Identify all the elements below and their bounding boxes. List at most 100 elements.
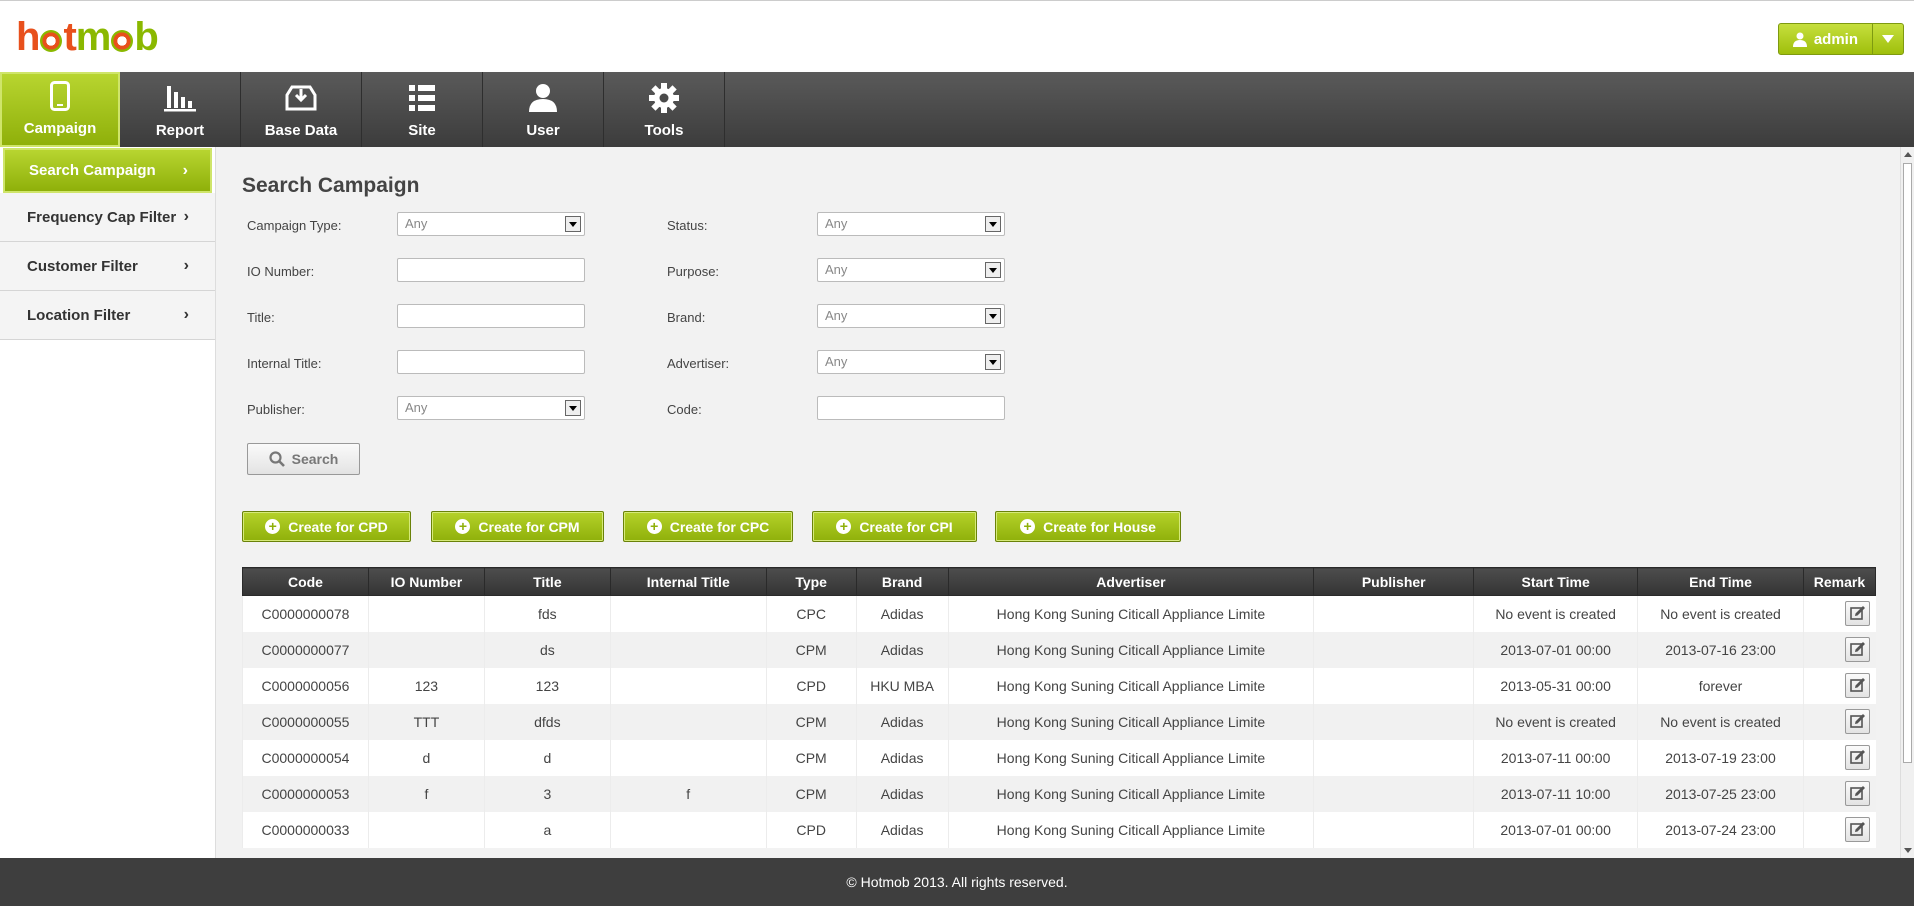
purpose-select[interactable]: Any (817, 258, 1005, 282)
table-cell (609, 703, 767, 740)
brand-select[interactable]: Any (817, 304, 1005, 328)
table-cell: Adidas (855, 631, 949, 668)
internal-title-input[interactable] (397, 350, 585, 374)
edit-icon[interactable] (1844, 817, 1870, 842)
table-cell (1313, 739, 1474, 776)
table-cell (609, 811, 767, 848)
table-cell: 123 (367, 667, 485, 704)
nav-base-data[interactable]: Base Data (241, 72, 362, 147)
edit-icon[interactable] (1844, 673, 1870, 698)
chevron-down-icon (985, 308, 1001, 324)
list-icon (409, 82, 435, 114)
top-navigation: Campaign Report Base Data Site User Tool… (0, 72, 1914, 147)
column-header[interactable]: Remark (1802, 567, 1877, 596)
create-cpi-button[interactable]: + Create for CPI (812, 511, 977, 542)
campaign-type-select[interactable]: Any (397, 212, 585, 236)
column-header[interactable]: Advertiser (947, 567, 1315, 596)
table-cell (1313, 703, 1474, 740)
column-header[interactable]: Publisher (1313, 567, 1475, 596)
hotmob-logo[interactable]: h tm b (16, 15, 159, 59)
create-button-label: Create for CPM (478, 518, 580, 535)
table-cell: Hong Kong Suning Citicall Appliance Limi… (947, 703, 1314, 740)
sidebar-item-label: Customer Filter (27, 257, 138, 275)
nav-label: Campaign (23, 120, 97, 137)
nav-tools[interactable]: Tools (604, 72, 725, 147)
nav-report[interactable]: Report (120, 72, 241, 147)
status-label: Status: (667, 218, 708, 233)
publisher-select[interactable]: Any (397, 396, 585, 420)
scroll-up-arrow-icon[interactable] (1904, 152, 1912, 157)
column-header[interactable]: Internal Title (609, 567, 767, 596)
user-menu-main[interactable]: admin (1779, 24, 1873, 54)
column-header[interactable]: Brand (855, 567, 949, 596)
edit-icon[interactable] (1844, 637, 1870, 662)
table-row[interactable]: C0000000033 a CPD Adidas Hong Kong Suning Ci… (242, 811, 1876, 848)
scrollbar-thumb[interactable] (1903, 163, 1912, 763)
remark-cell (1802, 631, 1876, 668)
column-header[interactable]: Code (242, 567, 369, 596)
column-header[interactable]: Title (483, 567, 611, 596)
sidebar-item-label: Search Campaign (29, 162, 156, 179)
table-cell (1313, 595, 1474, 632)
table-cell (609, 667, 767, 704)
io-number-input[interactable] (397, 258, 585, 282)
table-row[interactable]: C0000000054 d d CPM Adidas Hong Kong Suning C… (242, 739, 1876, 776)
create-cpm-button[interactable]: + Create for CPM (431, 511, 604, 542)
plus-circle-icon: + (836, 519, 852, 534)
table-cell: CPC (765, 595, 857, 632)
sidebar-item-location-filter[interactable]: Location Filter › (0, 291, 215, 340)
edit-icon[interactable] (1844, 745, 1870, 770)
create-cpd-button[interactable]: + Create for CPD (242, 511, 411, 542)
sidebar-item-search-campaign[interactable]: Search Campaign › (3, 148, 212, 193)
search-button[interactable]: Search (247, 443, 360, 475)
user-menu-button[interactable]: admin (1777, 23, 1904, 55)
sidebar-item-label: Location Filter (27, 306, 131, 324)
main-content: Search Campaign Campaign Type: Any IO Nu… (216, 147, 1900, 858)
sidebar-item-frequency-cap-filter[interactable]: Frequency Cap Filter › (0, 193, 215, 242)
user-menu-dropdown-toggle[interactable] (1873, 24, 1903, 54)
edit-icon[interactable] (1844, 781, 1870, 806)
table-row[interactable]: C0000000078 fds CPC Adidas Hong Kong Suning … (242, 595, 1876, 632)
table-cell: 3 (483, 775, 611, 812)
plus-circle-icon: + (265, 519, 281, 534)
select-value: Any (825, 262, 848, 277)
table-cell (609, 631, 767, 668)
edit-icon[interactable] (1844, 601, 1870, 627)
nav-site[interactable]: Site (362, 72, 483, 147)
table-row[interactable]: C0000000053 f 3 f CPM Adidas Hong Kong Suning … (242, 775, 1876, 812)
brand-label: Brand: (667, 310, 706, 325)
bar-chart-icon (164, 82, 196, 114)
advertiser-select[interactable]: Any (817, 350, 1005, 374)
phone-icon (50, 80, 70, 112)
sidebar-item-customer-filter[interactable]: Customer Filter › (0, 242, 215, 291)
select-value: Any (825, 308, 848, 323)
scroll-down-arrow-icon[interactable] (1904, 848, 1912, 853)
nav-campaign[interactable]: Campaign (0, 72, 120, 147)
chevron-down-icon (565, 400, 581, 416)
status-select[interactable]: Any (817, 212, 1005, 236)
table-row[interactable]: C0000000077 ds CPM Adidas Hong Kong Suning C… (242, 631, 1876, 668)
column-header[interactable]: End Time (1637, 567, 1804, 596)
io-number-label: IO Number: (247, 264, 315, 279)
column-header[interactable]: Type (765, 567, 857, 596)
nav-label: Report (155, 122, 205, 139)
table-row[interactable]: C0000000055 TTT dfds CPM Adidas Hong Kong Sun… (242, 703, 1876, 740)
column-header[interactable]: Start Time (1473, 567, 1639, 596)
remark-cell (1802, 775, 1876, 812)
table-cell (609, 739, 767, 776)
code-input[interactable] (817, 396, 1005, 420)
table-row[interactable]: C0000000056 123 123 CPD HKU MBA Hong Kong Sun… (242, 667, 1876, 704)
edit-icon[interactable] (1844, 709, 1870, 734)
plus-circle-icon: + (646, 519, 662, 534)
vertical-scrollbar[interactable] (1900, 147, 1914, 858)
title-input[interactable] (397, 304, 585, 328)
sidebar-item-label: Frequency Cap Filter (27, 208, 177, 226)
chevron-right-icon: › (183, 208, 189, 225)
create-house-button[interactable]: + Create for House (995, 511, 1181, 542)
create-cpc-button[interactable]: + Create for CPC (623, 511, 793, 542)
search-icon (269, 451, 285, 467)
column-header[interactable]: IO Number (367, 567, 485, 596)
table-cell (367, 595, 485, 632)
nav-label: Site (408, 122, 436, 139)
nav-user[interactable]: User (483, 72, 604, 147)
